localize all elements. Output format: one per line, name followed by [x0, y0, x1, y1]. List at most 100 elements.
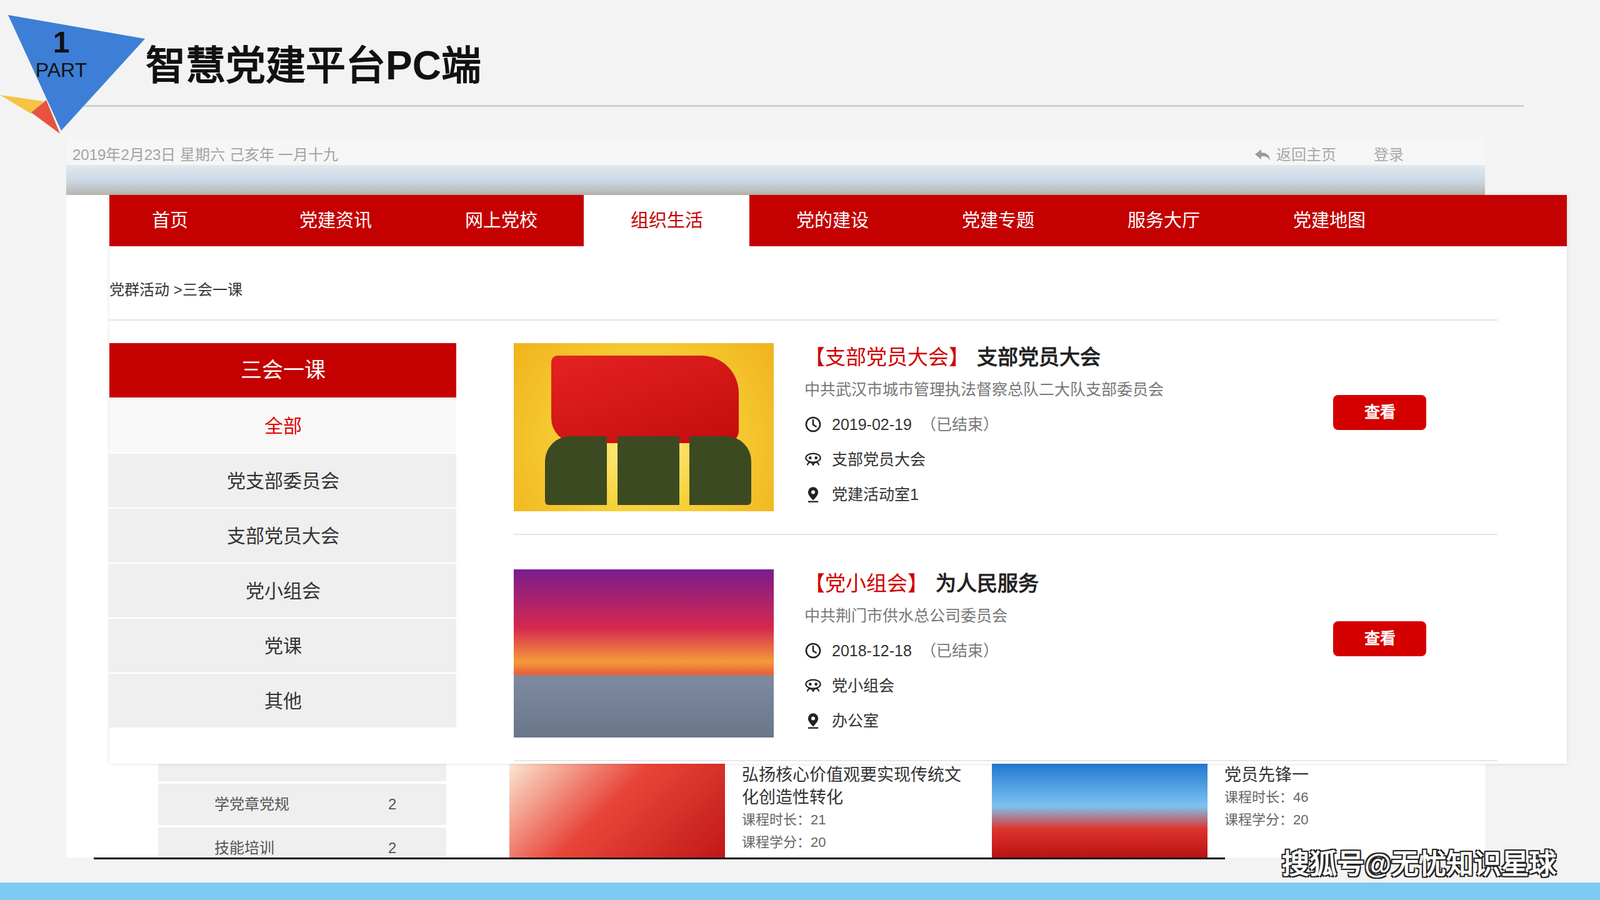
slide-title: 智慧党建平台PC端: [145, 0, 1600, 88]
flag-shape: [551, 355, 739, 444]
meeting-people-icon: [804, 450, 822, 469]
location-pin-icon: [804, 485, 822, 504]
meeting-row: 【党小组会】为人民服务中共荆门市供水总公司委员会2018-12-18（已结束）党…: [513, 535, 1498, 762]
meeting-photo[interactable]: [513, 343, 774, 512]
watermark-text: 搜狐号@无忧知识星球: [1281, 848, 1557, 882]
slide-bottom-strip: [0, 882, 1600, 900]
part-label: PART: [30, 60, 93, 80]
meeting-date-line: 2018-12-18（已结束）: [804, 633, 1334, 669]
meeting-tag: 【支部党员大会】: [804, 345, 970, 369]
meeting-date: 2019-02-19: [831, 406, 912, 442]
category-label[interactable]: 学党章党规: [158, 793, 389, 816]
course-info: 党员先锋一课程时长：46课程学分：20: [1224, 763, 1431, 858]
front-screenshot: 首页党建资讯网上党校组织生活党的建设党建专题服务大厅党建地图党群活动 >三会一课…: [109, 195, 1567, 764]
course-photo[interactable]: [509, 763, 725, 858]
course-credit: 课程学分：20: [741, 831, 967, 854]
content-area: 三会一课全部党支部委员会支部党员大会党小组会党课其他【支部党员大会】支部党员大会…: [109, 343, 1567, 762]
part-label-group: 1PART: [30, 27, 93, 80]
background-top-bar: 2019年2月23日 星期六 己亥年 一月十九 返回主页 登录: [66, 137, 1485, 195]
meeting-list: 【支部党员大会】支部党员大会中共武汉市城市管理执法督察总队二大队支部委员会201…: [513, 343, 1498, 762]
course-title[interactable]: 党员先锋一: [1224, 763, 1431, 787]
nav-tab[interactable]: 党建资讯: [252, 195, 419, 247]
sidebar-item[interactable]: 支部党员大会: [109, 507, 457, 563]
nav-tab[interactable]: 网上党校: [418, 195, 584, 247]
header-gap: [0, 106, 1600, 138]
sidebar-item[interactable]: 其他: [109, 672, 457, 728]
link-text[interactable]: 返回主页: [1276, 145, 1337, 165]
part-badge: 1PART: [0, 0, 150, 144]
title-rule: [76, 105, 1524, 107]
category-label[interactable]: 技能培训: [158, 836, 389, 858]
sidebar-item[interactable]: 党小组会: [109, 562, 457, 618]
meeting-place: 办公室: [831, 703, 879, 739]
meeting-title[interactable]: 【支部党员大会】支部党员大会: [804, 343, 1334, 372]
background-course-strip: 学党章党规2技能培训2弘扬核心价值观要实现传统文化创造性转化课程时长：21课程学…: [66, 763, 1485, 858]
category-count: 2: [388, 836, 397, 858]
meeting-photo[interactable]: [513, 569, 774, 738]
meeting-date: 2018-12-18: [831, 633, 912, 669]
meeting-info: 【支部党员大会】支部党员大会中共武汉市城市管理执法督察总队二大队支部委员会201…: [804, 343, 1334, 512]
meeting-people-icon: [804, 676, 822, 695]
meeting-type: 支部党员大会: [831, 441, 926, 477]
login-link[interactable]: 登录: [1373, 145, 1404, 165]
course-photo[interactable]: [991, 763, 1208, 858]
meeting-place: 党建活动室1: [831, 476, 919, 512]
category-row[interactable]: 技能培训2: [158, 827, 447, 858]
main-nav: 首页党建资讯网上党校组织生活党的建设党建专题服务大厅党建地图: [109, 195, 1567, 247]
part-number: 1: [30, 27, 93, 58]
nav-tab[interactable]: 服务大厅: [1080, 195, 1247, 247]
course-info: 弘扬核心价值观要实现传统文化创造性转化课程时长：21课程学分：20: [741, 763, 967, 858]
screenshot-base-line: [93, 857, 1225, 860]
meeting-tag: 【党小组会】: [804, 571, 929, 595]
course-title[interactable]: 弘扬核心价值观要实现传统文化创造性转化: [741, 763, 967, 809]
course-card[interactable]: 党员先锋一课程时长：46课程学分：20: [991, 763, 1431, 858]
category-row-cut: [158, 763, 447, 782]
view-button[interactable]: 查看: [1333, 621, 1427, 657]
date-text: 2019年2月23日 星期六 己亥年 一月十九: [72, 145, 339, 165]
meeting-status: （已结束）: [920, 406, 999, 442]
main-nav-list: 首页党建资讯网上党校组织生活党的建设党建专题服务大厅党建地图: [109, 195, 1567, 247]
sidebar-item[interactable]: 全部: [109, 397, 457, 453]
course-card[interactable]: 弘扬核心价值观要实现传统文化创造性转化课程时长：21课程学分：20: [509, 763, 967, 858]
breadcrumb-text: 党群活动 >三会一课: [109, 246, 1567, 320]
nav-tab[interactable]: 党建地图: [1246, 195, 1412, 247]
clock-icon: [804, 415, 822, 434]
course-duration: 课程时长：46: [1224, 786, 1431, 809]
course-duration: 课程时长：21: [741, 808, 967, 832]
meeting-info: 【党小组会】为人民服务中共荆门市供水总公司委员会2018-12-18（已结束）党…: [804, 569, 1334, 739]
breadcrumb-rule: [109, 319, 1498, 321]
top-links: 返回主页 登录: [1253, 145, 1404, 165]
link-text[interactable]: 登录: [1373, 145, 1404, 165]
sidebar-title: 三会一课: [109, 343, 457, 398]
view-button[interactable]: 查看: [1333, 395, 1427, 430]
meeting-type-line: 支部党员大会: [804, 441, 1334, 477]
category-sidebar: 三会一课全部党支部委员会支部党员大会党小组会党课其他: [109, 343, 457, 728]
meeting-name[interactable]: 支部党员大会: [976, 345, 1101, 369]
meeting-row: 【支部党员大会】支部党员大会中共武汉市城市管理执法督察总队二大队支部委员会201…: [513, 343, 1498, 535]
meeting-type: 党小组会: [831, 668, 895, 704]
meeting-status: （已结束）: [920, 633, 999, 669]
meeting-date-line: 2019-02-19（已结束）: [804, 406, 1334, 442]
nav-tab[interactable]: 首页: [109, 195, 253, 247]
nav-tab[interactable]: 党的建设: [749, 195, 915, 247]
meeting-title[interactable]: 【党小组会】为人民服务: [804, 569, 1334, 599]
back-arrow-icon: [1253, 147, 1272, 163]
clock-icon: [804, 641, 822, 660]
meeting-place-line: 办公室: [804, 703, 1334, 739]
nav-tab[interactable]: 组织生活: [583, 195, 750, 247]
background-screenshot: 2019年2月23日 星期六 己亥年 一月十九 返回主页 登录首页党建资讯网上党校组…: [66, 137, 1485, 858]
sidebar-item[interactable]: 党支部委员会: [109, 452, 457, 508]
slide-header: 1PART 智慧党建平台PC端: [0, 0, 1600, 105]
meeting-place-line: 党建活动室1: [804, 476, 1334, 512]
meeting-type-line: 党小组会: [804, 668, 1334, 704]
meeting-org: 中共武汉市城市管理执法督察总队二大队支部委员会: [804, 371, 1334, 407]
sidebar-item[interactable]: 党课: [109, 617, 457, 673]
category-row[interactable]: 学党章党规2: [158, 783, 447, 825]
background-category-list: 学党章党规2技能培训2: [158, 763, 447, 858]
category-count: 2: [388, 793, 397, 816]
nav-tab[interactable]: 党建专题: [915, 195, 1081, 247]
course-credit: 课程学分：20: [1224, 808, 1431, 832]
home-link[interactable]: 返回主页: [1253, 145, 1337, 165]
meeting-org: 中共荆门市供水总公司委员会: [804, 598, 1334, 634]
meeting-name[interactable]: 为人民服务: [935, 571, 1039, 595]
